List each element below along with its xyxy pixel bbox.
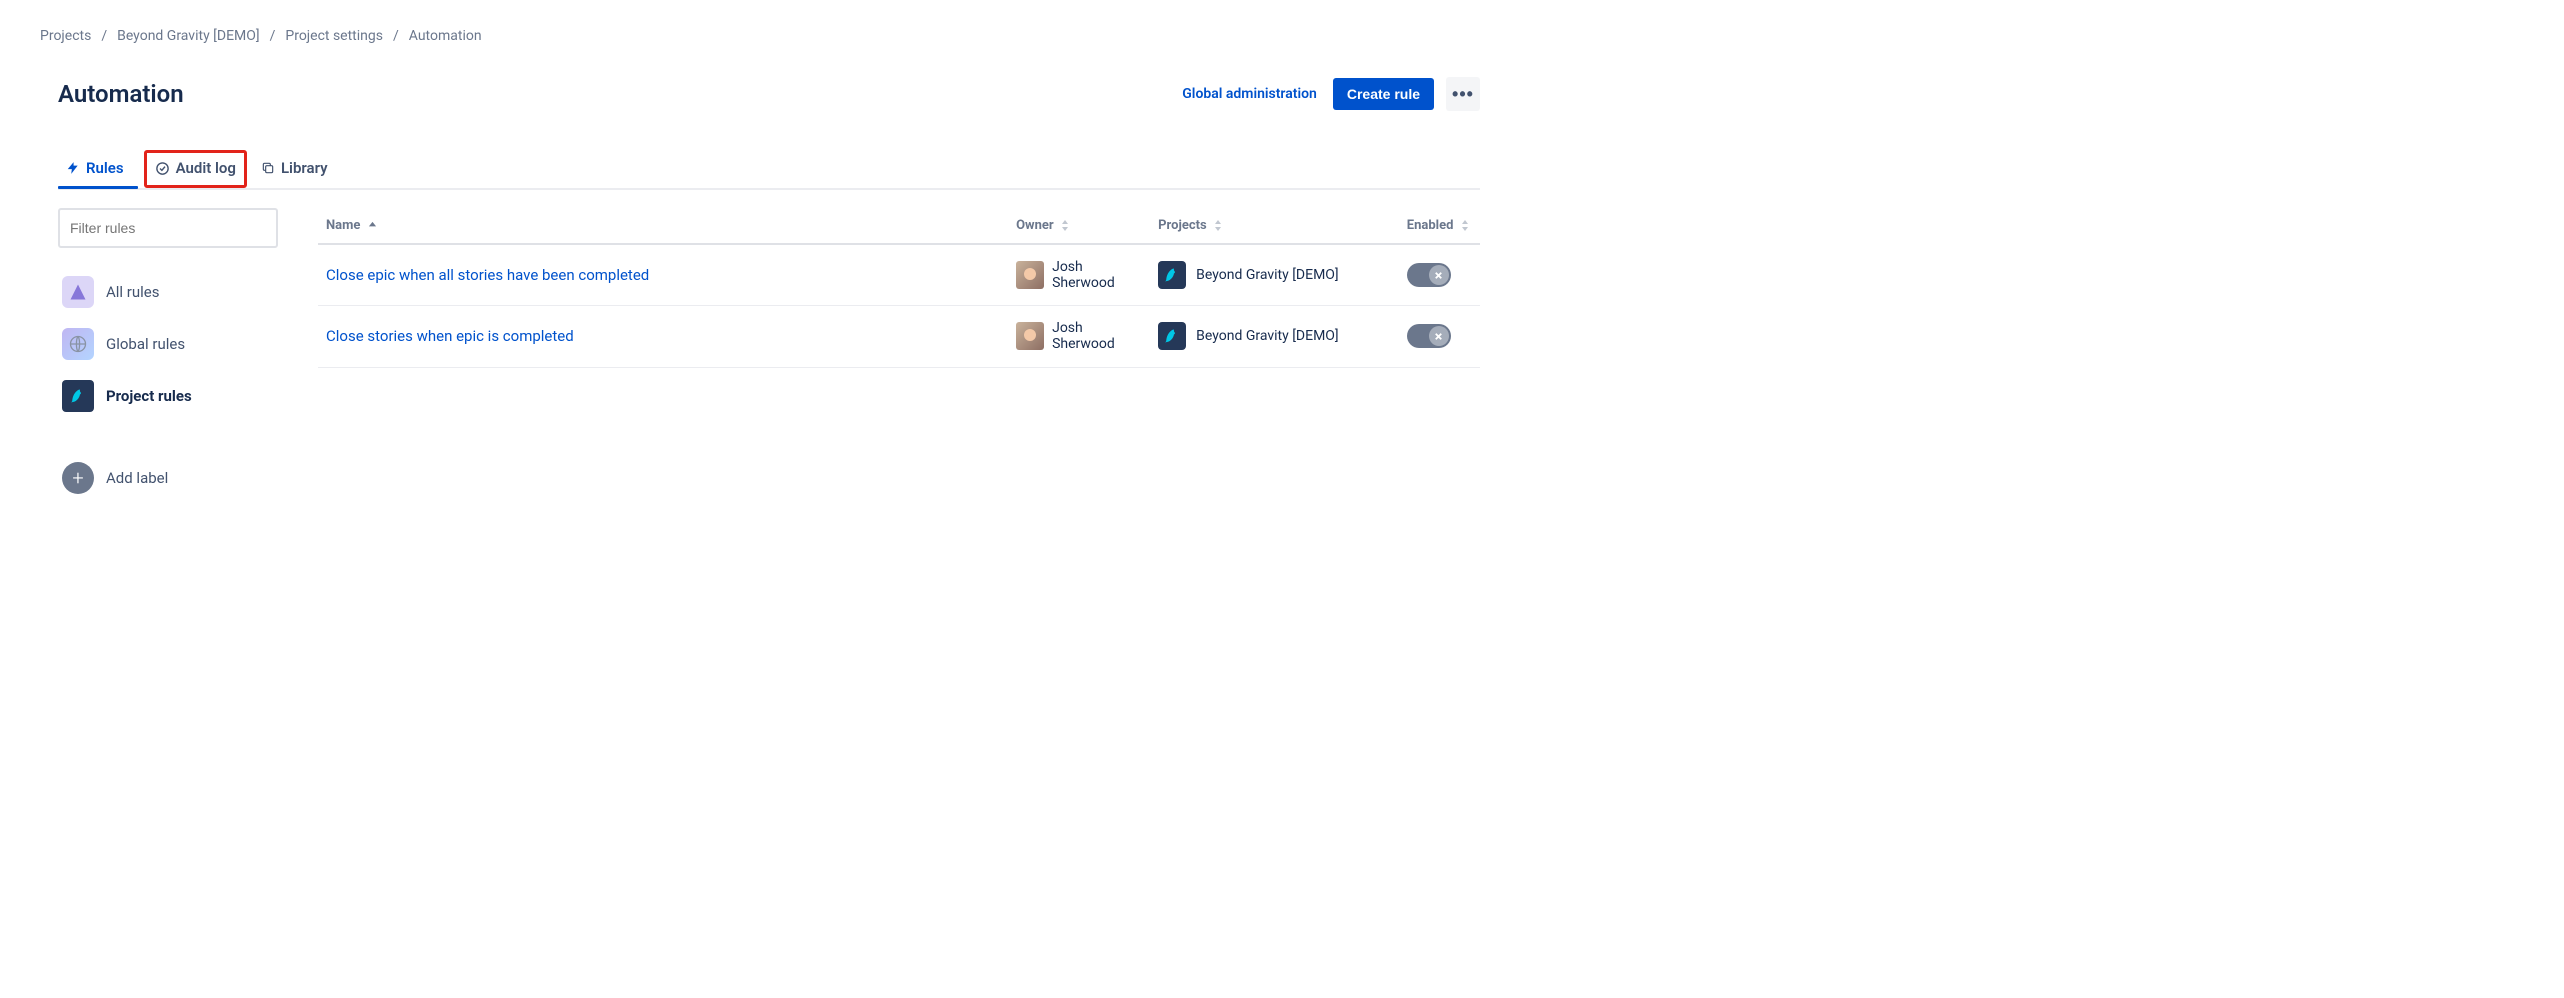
sidebar-item-label: All rules: [106, 283, 160, 301]
sort-icon: [1061, 220, 1069, 231]
tab-library[interactable]: Library: [253, 151, 342, 187]
sidebar-item-all-rules[interactable]: All rules: [58, 266, 278, 318]
toggle-knob: [1429, 326, 1449, 346]
tabs: Rules Audit log Library: [58, 150, 1480, 190]
owner-name: Josh Sherwood: [1052, 320, 1142, 352]
page-title: Automation: [58, 80, 1178, 108]
breadcrumb-separator: /: [270, 28, 276, 44]
enabled-toggle[interactable]: [1407, 263, 1451, 287]
column-header-name[interactable]: Name: [318, 208, 1008, 244]
breadcrumb-item-project-settings[interactable]: Project settings: [285, 28, 383, 44]
column-header-projects[interactable]: Projects: [1150, 208, 1399, 244]
tab-audit-log[interactable]: Audit log: [153, 155, 238, 181]
check-circle-icon: [155, 161, 170, 176]
breadcrumb-item-current: Automation: [409, 28, 482, 44]
rule-name-link[interactable]: Close stories when epic is completed: [326, 327, 574, 345]
rules-table-body: Close epic when all stories have been co…: [318, 244, 1480, 367]
more-actions-button[interactable]: •••: [1446, 77, 1480, 111]
breadcrumb-item-projects[interactable]: Projects: [40, 28, 91, 44]
enabled-toggle[interactable]: [1407, 324, 1451, 348]
avatar: [1016, 322, 1044, 350]
rocket-icon: [62, 380, 94, 412]
ellipsis-icon: •••: [1452, 84, 1474, 105]
globe-icon: [62, 328, 94, 360]
sort-ascending-icon: [368, 221, 377, 230]
breadcrumb-separator: /: [101, 28, 107, 44]
avatar: [1016, 261, 1044, 289]
header-actions: Global administration Create rule •••: [1178, 77, 1480, 111]
sidebar-item-global-rules[interactable]: Global rules: [58, 318, 278, 370]
table-row: Close stories when epic is completed Jos…: [318, 306, 1480, 367]
table-row: Close epic when all stories have been co…: [318, 244, 1480, 306]
filter-rules-input[interactable]: [58, 208, 278, 248]
rules-sidebar: All rules Global rules Project rules + A…: [58, 208, 278, 504]
content-area: All rules Global rules Project rules + A…: [40, 190, 1480, 504]
tab-label: Audit log: [176, 159, 236, 177]
rules-table-container: Name Owner Projects: [318, 208, 1480, 504]
add-label-text: Add label: [106, 469, 168, 487]
toggle-knob: [1429, 265, 1449, 285]
breadcrumb-item-project[interactable]: Beyond Gravity [DEMO]: [117, 28, 259, 44]
breadcrumb: Projects / Beyond Gravity [DEMO] / Proje…: [40, 20, 1480, 60]
owner-name: Josh Sherwood: [1052, 259, 1142, 291]
tab-rules[interactable]: Rules: [58, 151, 138, 187]
rules-table: Name Owner Projects: [318, 208, 1480, 367]
sidebar-item-label: Project rules: [106, 387, 192, 405]
all-rules-icon: [62, 276, 94, 308]
sidebar-item-label: Global rules: [106, 335, 185, 353]
automation-settings-page: Projects / Beyond Gravity [DEMO] / Proje…: [0, 0, 1520, 544]
project-name: Beyond Gravity [DEMO]: [1196, 328, 1338, 344]
tab-label: Library: [281, 159, 328, 177]
project-icon: [1158, 261, 1186, 289]
plus-icon: +: [62, 462, 94, 494]
lightning-icon: [66, 161, 80, 175]
column-header-owner[interactable]: Owner: [1008, 208, 1150, 244]
tab-label: Rules: [86, 159, 124, 177]
sort-icon: [1461, 220, 1469, 231]
breadcrumb-separator: /: [393, 28, 399, 44]
page-header: Automation Global administration Create …: [40, 60, 1480, 132]
sidebar-item-project-rules[interactable]: Project rules: [58, 370, 278, 422]
add-label-button[interactable]: + Add label: [58, 452, 278, 504]
project-name: Beyond Gravity [DEMO]: [1196, 267, 1338, 283]
sort-icon: [1214, 220, 1222, 231]
rule-name-link[interactable]: Close epic when all stories have been co…: [326, 266, 649, 284]
annotation-highlight: Audit log: [144, 150, 247, 188]
create-rule-button[interactable]: Create rule: [1333, 78, 1434, 110]
column-header-enabled[interactable]: Enabled: [1399, 208, 1480, 244]
global-administration-link[interactable]: Global administration: [1178, 80, 1321, 108]
project-icon: [1158, 322, 1186, 350]
copy-icon: [261, 161, 275, 175]
